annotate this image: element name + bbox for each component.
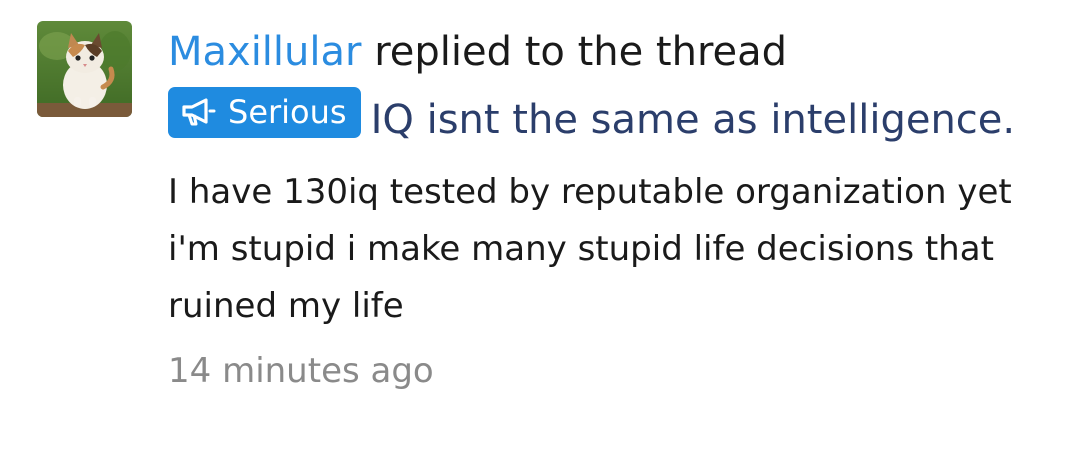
thread-prefix-label: Serious [228,92,347,131]
alert-item[interactable]: Maxillular replied to the thread Serious… [0,0,1080,451]
alert-timestamp: 14 minutes ago [168,351,434,391]
username-link[interactable]: Maxillular [168,29,361,75]
megaphone-icon [182,98,216,126]
alert-content: Maxillular replied to the thread Serious… [168,18,1058,393]
thread-line: Serious IQ isnt the same as intelligence… [168,86,1058,154]
thread-title-link[interactable]: IQ isnt the same as intelligence. [371,97,1016,143]
cat-avatar-image [37,21,132,117]
avatar[interactable] [37,21,132,117]
thread-prefix-badge[interactable]: Serious [168,86,361,138]
post-snippet: I have 130iq tested by reputable organiz… [168,172,1012,326]
alert-action-text: replied to the thread [374,29,788,75]
alert-headline: Maxillular replied to the thread [168,18,1058,86]
